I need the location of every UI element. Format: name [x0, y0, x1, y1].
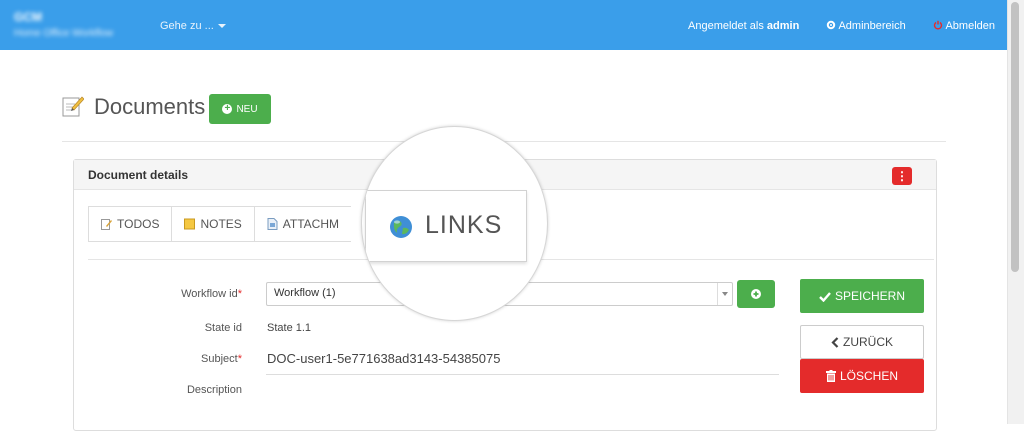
tab-attachments[interactable]: ATTACHM — [253, 206, 352, 242]
logged-in-info: Angemeldet als admin — [688, 20, 799, 32]
tab-notes[interactable]: NOTES — [171, 206, 254, 242]
description-label: Description — [186, 384, 242, 396]
logged-in-user: admin — [766, 20, 800, 32]
add-workflow-button[interactable] — [737, 280, 775, 308]
logged-in-prefix: Angemeldet als — [688, 20, 764, 32]
chevron-left-icon — [831, 336, 839, 348]
attachment-icon — [267, 218, 278, 230]
subject-label: Subject* — [2, 353, 242, 365]
caret-down-icon — [217, 24, 226, 29]
save-button[interactable]: SPEICHERN — [800, 279, 924, 313]
required-mark: * — [237, 353, 242, 365]
edit-icon — [101, 219, 112, 230]
logout-link[interactable]: Abmelden — [933, 20, 995, 32]
goto-menu-label: Gehe zu ... — [160, 20, 214, 32]
brand-name[interactable]: GCM — [14, 10, 42, 24]
power-icon — [933, 20, 943, 30]
page-title: Documents — [94, 94, 206, 119]
tab-todos[interactable]: TODOS — [88, 206, 172, 242]
panel-title: Document details — [88, 168, 189, 182]
save-button-label: SPEICHERN — [834, 289, 905, 303]
logout-label: Abmelden — [945, 20, 995, 32]
globe-icon — [390, 216, 412, 238]
subject-label-text: Subject — [201, 353, 238, 365]
select-arrow[interactable] — [717, 283, 732, 305]
admin-area-label: Adminbereich — [838, 20, 906, 32]
tab-notes-label: NOTES — [200, 217, 242, 231]
new-document-button[interactable]: + NEU — [209, 94, 271, 124]
document-tabs: TODOS NOTES ATTACHM — [88, 206, 352, 242]
workflow-select-value: Workflow (1) — [274, 287, 336, 299]
goto-menu[interactable]: Gehe zu ... — [160, 20, 226, 32]
check-icon — [819, 291, 831, 302]
tab-links-label: LINKS — [425, 211, 503, 239]
gear-icon — [826, 20, 836, 30]
tab-attachments-label: ATTACHM — [282, 217, 340, 231]
workflow-id-label: Workflow id* — [2, 288, 242, 300]
plus-circle-icon: + — [222, 104, 233, 114]
tab-todos-label: TODOS — [117, 217, 160, 231]
trash-icon — [825, 370, 836, 382]
admin-area-link[interactable]: Adminbereich — [826, 20, 906, 32]
scrollbar-thumb[interactable] — [1011, 2, 1019, 272]
new-button-label: NEU — [236, 103, 258, 115]
delete-button-label: LÖSCHEN — [839, 369, 898, 383]
back-button[interactable]: ZURÜCK — [800, 325, 924, 359]
edit-document-icon — [62, 96, 84, 117]
state-id-label: State id — [204, 322, 242, 334]
note-icon — [184, 218, 196, 230]
back-button-label: ZURÜCK — [843, 335, 893, 349]
subject-input[interactable]: DOC-user1-5e771638ad3143-54385075 — [267, 351, 500, 366]
caret-down-icon — [722, 292, 728, 296]
brand-subtitle: Home Office Workflow — [14, 28, 114, 39]
workflow-id-label-text: Workflow id — [181, 288, 238, 300]
vertical-dots-icon[interactable]: ⋮ — [892, 167, 912, 185]
plus-circle-icon — [751, 289, 761, 299]
subject-underline — [266, 374, 779, 375]
state-id-value: State 1.1 — [267, 322, 312, 334]
required-mark: * — [237, 288, 242, 300]
delete-button[interactable]: LÖSCHEN — [800, 359, 924, 393]
zoom-magnifier: LINKS — [361, 126, 548, 321]
